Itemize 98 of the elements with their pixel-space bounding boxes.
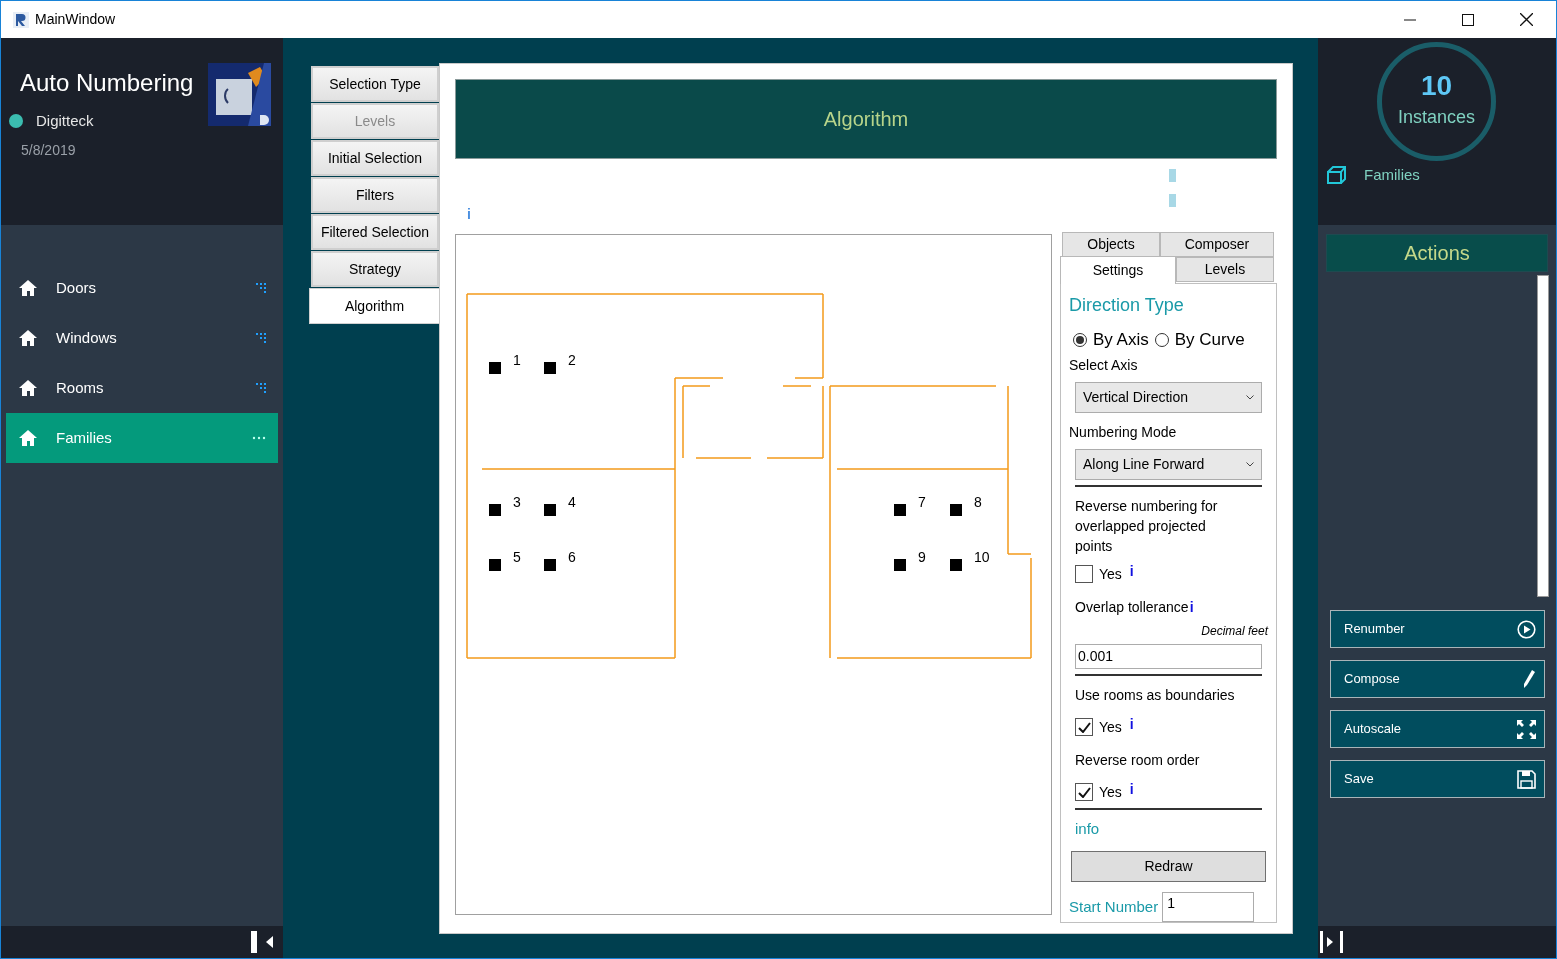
dropdown[interactable]: Vertical Direction bbox=[1075, 381, 1262, 413]
checkbox-label: Yes bbox=[1099, 782, 1122, 802]
window-title: MainWindow bbox=[35, 10, 116, 29]
app-logo-icon bbox=[208, 63, 271, 126]
element-number: 9 bbox=[918, 549, 926, 565]
grip-icon[interactable] bbox=[256, 283, 266, 293]
save-icon bbox=[1517, 769, 1536, 789]
step-tab[interactable]: Selection Type bbox=[311, 66, 439, 102]
section-header: Algorithm bbox=[455, 79, 1277, 160]
expand-icon bbox=[1517, 719, 1536, 739]
step-tab[interactable]: Filtered Selection bbox=[311, 214, 439, 250]
field-label: Start Number bbox=[1069, 896, 1159, 917]
radio-button[interactable] bbox=[1154, 332, 1169, 347]
instance-label: Instances bbox=[1397, 106, 1475, 129]
field-label: Reverse room order bbox=[1075, 750, 1201, 770]
settings-tab[interactable]: Settings bbox=[1060, 256, 1176, 284]
actions-header: Actions bbox=[1326, 234, 1548, 272]
house-icon bbox=[18, 429, 38, 447]
element-marker bbox=[544, 362, 556, 374]
help-marker[interactable]: i bbox=[1129, 778, 1134, 800]
element-marker bbox=[544, 504, 556, 516]
app-logo-icon bbox=[13, 11, 29, 28]
field-label: Select Axis bbox=[1069, 355, 1139, 375]
checkbox-label: Yes bbox=[1099, 717, 1122, 737]
checkbox-label: Yes bbox=[1099, 564, 1122, 584]
field-label: Reverse numbering for overlapped projected points bbox=[1075, 496, 1219, 556]
element-marker bbox=[950, 504, 962, 516]
action-button[interactable]: Renumber bbox=[1330, 610, 1545, 648]
date-label: 5/8/2019 bbox=[21, 141, 76, 160]
app-title: Auto Numbering bbox=[20, 68, 194, 98]
element-number: 7 bbox=[918, 494, 926, 510]
element-number: 10 bbox=[974, 549, 990, 565]
element-number: 3 bbox=[513, 494, 521, 510]
grip-icon[interactable] bbox=[256, 383, 266, 393]
input-field[interactable]: 0.001 bbox=[1075, 643, 1262, 669]
maximize-icon[interactable] bbox=[1462, 13, 1474, 26]
expand-panel-icon[interactable] bbox=[1320, 931, 1344, 953]
radio-button[interactable] bbox=[1073, 332, 1087, 347]
dropdown[interactable]: Along Line Forward bbox=[1075, 448, 1262, 480]
step-tab[interactable]: Algorithm bbox=[309, 288, 440, 324]
chevron-down-icon bbox=[1246, 394, 1254, 400]
help-marker[interactable]: i bbox=[1189, 596, 1194, 618]
nav-item[interactable]: Families bbox=[6, 413, 278, 463]
element-number: 8 bbox=[974, 494, 982, 510]
radio-label: By Axis bbox=[1093, 329, 1149, 351]
collapse-icon[interactable] bbox=[251, 931, 275, 953]
element-marker bbox=[544, 559, 556, 571]
checkbox[interactable] bbox=[1075, 783, 1093, 801]
checkbox[interactable] bbox=[1075, 565, 1093, 583]
checkbox[interactable] bbox=[1075, 718, 1093, 736]
pencil-icon bbox=[1522, 669, 1536, 689]
help-marker[interactable]: i bbox=[1129, 560, 1134, 582]
section-heading: Direction Type bbox=[1069, 294, 1185, 317]
scrollbar[interactable] bbox=[1537, 275, 1549, 597]
unit-label: Decimal feet bbox=[1200, 622, 1268, 640]
element-marker bbox=[894, 504, 906, 516]
help-marker[interactable]: i bbox=[1129, 713, 1134, 735]
action-button[interactable]: Autoscale bbox=[1330, 710, 1545, 748]
element-marker bbox=[489, 559, 501, 571]
grip-icon[interactable] bbox=[256, 333, 266, 343]
element-marker bbox=[894, 559, 906, 571]
box-icon bbox=[1326, 166, 1346, 185]
step-tab[interactable]: Strategy bbox=[311, 251, 439, 287]
field-label: Numbering Mode bbox=[1069, 422, 1178, 442]
house-icon bbox=[18, 329, 38, 347]
action-button[interactable]: Save bbox=[1330, 760, 1545, 798]
radio-label: By Curve bbox=[1174, 329, 1245, 351]
house-icon bbox=[18, 279, 38, 297]
field-label: Use rooms as boundaries bbox=[1075, 685, 1236, 705]
more-icon[interactable] bbox=[252, 436, 266, 440]
element-marker bbox=[489, 362, 501, 374]
settings-tab[interactable]: Composer bbox=[1160, 232, 1274, 257]
nav-item[interactable]: Windows bbox=[6, 313, 278, 363]
element-number: 5 bbox=[513, 549, 521, 565]
element-number: 1 bbox=[513, 352, 521, 368]
step-tab[interactable]: Filters bbox=[311, 177, 439, 213]
field-label: Overlap tollerance bbox=[1075, 597, 1189, 617]
element-number: 6 bbox=[568, 549, 576, 565]
settings-tab[interactable]: Objects bbox=[1062, 232, 1160, 257]
element-number: 2 bbox=[568, 352, 576, 368]
instance-count: 10 bbox=[1420, 72, 1453, 100]
company-name: Digitteck bbox=[36, 111, 94, 131]
redraw-button[interactable]: Redraw bbox=[1071, 851, 1266, 882]
input-field[interactable]: 1 bbox=[1162, 892, 1255, 922]
element-marker bbox=[950, 559, 962, 571]
element-marker bbox=[489, 504, 501, 516]
category-label: Families bbox=[1364, 165, 1420, 185]
close-icon[interactable] bbox=[1520, 13, 1533, 26]
nav-item[interactable]: Doors bbox=[6, 263, 278, 313]
house-icon bbox=[18, 379, 38, 397]
action-button[interactable]: Compose bbox=[1330, 660, 1545, 698]
dash-marks-icon bbox=[1169, 169, 1177, 208]
settings-tab[interactable]: Levels bbox=[1176, 257, 1274, 282]
step-tab[interactable]: Initial Selection bbox=[311, 140, 439, 176]
nav-item[interactable]: Rooms bbox=[6, 363, 278, 413]
chevron-down-icon bbox=[1246, 461, 1254, 467]
element-number: 4 bbox=[568, 494, 576, 510]
play-icon bbox=[1517, 619, 1536, 639]
